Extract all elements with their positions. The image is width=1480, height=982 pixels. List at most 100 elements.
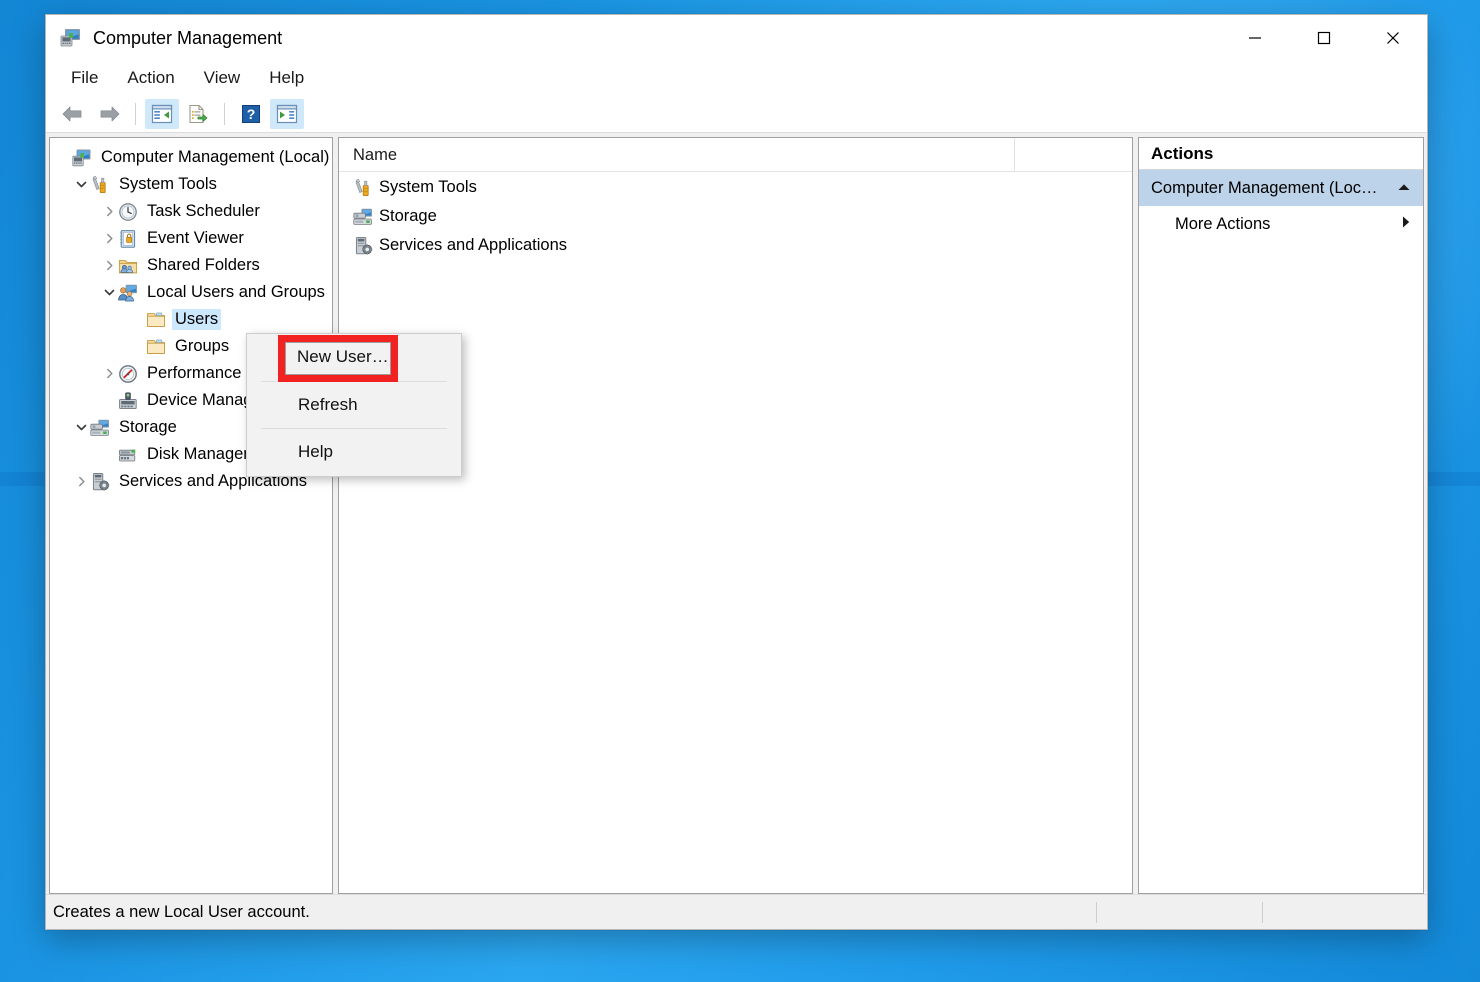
tree-item-label: Local Users and Groups: [147, 283, 325, 301]
tree-item-label: Users: [172, 309, 222, 330]
tree-twisty: [100, 387, 118, 414]
tree-item-label: Shared Folders: [147, 256, 260, 274]
list-rows: System Tools Storage Services and Applic…: [339, 172, 1132, 260]
system-tools-icon: [353, 178, 373, 198]
close-button[interactable]: [1358, 15, 1427, 61]
toolbar: ?: [46, 95, 1427, 133]
computer-management-window: Computer Management File Action View Hel…: [45, 14, 1428, 930]
tree-item-label: Event Viewer: [147, 229, 244, 247]
shared-folders-icon: [118, 256, 138, 276]
minimize-button[interactable]: [1220, 15, 1289, 61]
tree-twisty: [128, 306, 146, 333]
list-item[interactable]: System Tools: [339, 173, 1132, 202]
column-header-blank[interactable]: [1015, 138, 1132, 172]
actions-pane[interactable]: Actions Computer Management (Loc… More A…: [1138, 137, 1424, 894]
show-console-tree-icon[interactable]: [145, 98, 179, 129]
menu-help[interactable]: Help: [258, 65, 315, 91]
result-list-pane[interactable]: Name System Tools Storage Services and A…: [338, 137, 1133, 894]
forward-icon[interactable]: [92, 99, 126, 129]
main-body: Computer Management (Local) System Tools…: [46, 133, 1427, 894]
chevron-up-icon[interactable]: [1397, 179, 1411, 197]
status-bar: Creates a new Local User account.: [46, 894, 1427, 929]
list-column-headers: Name: [339, 138, 1132, 172]
tree-item-label: Storage: [119, 418, 177, 436]
context-menu-item-refresh[interactable]: Refresh: [247, 383, 461, 427]
chevron-right-icon[interactable]: [100, 360, 118, 387]
performance-icon: [118, 364, 138, 384]
storage-icon: [90, 418, 110, 438]
window-title: Computer Management: [93, 27, 283, 48]
help-icon[interactable]: ?: [234, 99, 268, 129]
actions-group-label: Computer Management (Loc…: [1151, 178, 1378, 197]
window-controls: [1220, 15, 1427, 61]
desktop-background: Computer Management File Action View Hel…: [0, 0, 1480, 982]
actions-pane-title: Actions: [1139, 138, 1423, 170]
system-tools-icon: [90, 175, 110, 195]
tree-item-local-users-and-groups[interactable]: Local Users and Groups: [50, 279, 332, 306]
chevron-right-icon[interactable]: [100, 225, 118, 252]
tree-item-label: Task Scheduler: [147, 202, 260, 220]
action-item-label: More Actions: [1175, 214, 1271, 233]
list-item-label: Services and Applications: [379, 236, 568, 254]
menu-file[interactable]: File: [60, 65, 109, 91]
tree-item-system-tools[interactable]: System Tools: [50, 171, 332, 198]
menu-bar: File Action View Help: [46, 61, 1427, 95]
tree-twisty: [54, 144, 72, 171]
storage-icon: [353, 207, 373, 227]
maximize-button[interactable]: [1289, 15, 1358, 61]
chevron-down-icon[interactable]: [72, 414, 90, 441]
column-header-name[interactable]: Name: [339, 138, 1015, 172]
toolbar-separator-2: [224, 102, 225, 125]
tree-twisty: [128, 333, 146, 360]
chevron-down-icon[interactable]: [100, 279, 118, 306]
tree-item-users[interactable]: Users: [50, 306, 332, 333]
list-item-label: Storage: [379, 207, 437, 225]
context-menu-item-help[interactable]: Help: [247, 430, 461, 474]
context-menu[interactable]: New User… Refresh Help: [246, 333, 462, 477]
context-menu-separator-2: [261, 428, 447, 429]
chevron-right-icon[interactable]: [72, 468, 90, 495]
actions-group-header[interactable]: Computer Management (Loc…: [1139, 170, 1423, 206]
tree-item-label: Computer Management (Local): [101, 148, 330, 166]
status-bar-cell-2: [1097, 895, 1262, 930]
disk-management-icon: [118, 445, 138, 465]
services-icon: [90, 472, 110, 492]
folder-icon: [146, 337, 166, 357]
status-bar-cell-3: [1263, 895, 1428, 930]
tree-item-label: System Tools: [119, 175, 217, 193]
folder-icon: [146, 310, 166, 330]
tree-twisty: [100, 441, 118, 468]
tree-item-label: Performance: [147, 364, 242, 382]
event-viewer-icon: [118, 229, 138, 249]
tree-item-event-viewer[interactable]: Event Viewer: [50, 225, 332, 252]
tree-item-computer-management[interactable]: Computer Management (Local): [50, 144, 332, 171]
chevron-down-icon[interactable]: [72, 171, 90, 198]
menu-action[interactable]: Action: [116, 65, 185, 91]
list-item-label: System Tools: [379, 178, 477, 196]
toolbar-separator: [135, 102, 136, 125]
console-tree-pane[interactable]: Computer Management (Local) System Tools…: [49, 137, 333, 894]
device-manager-icon: [118, 391, 138, 411]
computer-icon: [72, 148, 92, 168]
title-bar: Computer Management: [46, 15, 1427, 61]
services-icon: [353, 236, 373, 256]
list-item[interactable]: Storage: [339, 202, 1132, 231]
arrow-right-icon[interactable]: [1401, 215, 1411, 234]
tree-item-task-scheduler[interactable]: Task Scheduler: [50, 198, 332, 225]
status-bar-text: Creates a new Local User account.: [53, 902, 310, 921]
svg-text:?: ?: [247, 106, 256, 122]
computer-management-icon: [60, 27, 82, 49]
tree-item-label: Groups: [175, 337, 230, 355]
tree-item-shared-folders[interactable]: Shared Folders: [50, 252, 332, 279]
context-menu-separator: [261, 381, 447, 382]
list-item[interactable]: Services and Applications: [339, 231, 1132, 260]
context-menu-item-new-user[interactable]: New User…: [247, 336, 461, 380]
clock-icon: [118, 202, 138, 222]
chevron-right-icon[interactable]: [100, 252, 118, 279]
action-more-actions[interactable]: More Actions: [1139, 206, 1423, 242]
back-icon[interactable]: [56, 99, 90, 129]
chevron-right-icon[interactable]: [100, 198, 118, 225]
show-action-pane-icon[interactable]: [270, 98, 304, 129]
menu-view[interactable]: View: [193, 65, 252, 91]
export-list-icon[interactable]: [181, 99, 215, 129]
